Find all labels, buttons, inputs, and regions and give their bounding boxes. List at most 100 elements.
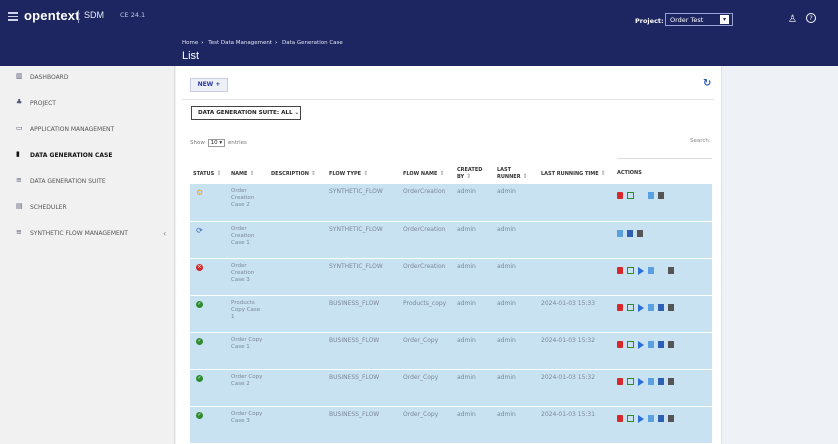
actions-cell [614,295,712,333]
column-header-name[interactable]: NAME ⇕ [228,162,268,184]
document-icon[interactable] [658,378,664,385]
column-header-status[interactable]: STATUS ⇕ [190,162,228,184]
chart-icon: ▥ [16,72,23,80]
edit-icon[interactable] [627,267,634,274]
status-success-icon: ✓ [196,374,203,382]
page-length-control: Show 10 ▾ entries [190,139,247,147]
flow-name-cell: OrderCreation [400,184,454,222]
search-input[interactable] [617,158,712,159]
log-file-icon[interactable] [637,229,643,237]
calendar-icon[interactable] [648,341,654,348]
sidebar-item-data-generation-suite[interactable]: ≡ DATA GENERATION SUITE [0,170,175,194]
table-row[interactable]: ⟳ Order Creation Case 1 SYNTHETIC_FLOW Orde… [190,221,712,259]
name-cell: Order Copy Case 1 [228,332,268,370]
delete-icon[interactable] [617,192,623,199]
log-file-icon[interactable] [668,304,674,311]
status-success-icon: ✓ [196,337,203,345]
play-icon[interactable] [638,303,644,312]
sidebar-item-application-management[interactable]: ▭ APPLICATION MANAGEMENT [0,118,175,142]
log-file-icon[interactable] [668,378,674,385]
log-file-icon[interactable] [668,341,674,348]
suite-filter-dropdown[interactable]: DATA GENERATION SUITE: ALL ⌄ [191,106,301,120]
hamburger-menu-icon[interactable] [8,12,18,21]
log-file-icon[interactable] [668,415,674,422]
edit-icon[interactable] [627,415,634,422]
column-header-created-by[interactable]: CREATED BY ⇕ [454,162,494,184]
delete-icon[interactable] [617,378,623,385]
last-runner-cell: admin [494,369,538,407]
created-by-cell: admin [454,369,494,407]
last-running-time-cell: 2024-01-03 15:32 [538,369,614,407]
status-failed-icon: × [196,263,203,271]
document-icon[interactable] [627,229,633,237]
table-row[interactable]: ✓ Products Copy Case 1 BUSINESS_FLOW Produc… [190,295,712,333]
table-row[interactable]: ⚙ Order Creation Case 2 SYNTHETIC_FLOW Orde… [190,184,712,222]
show-label: Show [190,140,205,146]
calendar-icon[interactable] [648,192,654,199]
actions-cell [614,332,712,370]
column-header-description[interactable]: DESCRIPTION ⇕ [268,162,326,184]
table-row[interactable]: ✓ Order Copy Case 3 BUSINESS_FLOW Order_Cop… [190,406,712,444]
play-icon[interactable] [638,414,644,423]
entries-select[interactable]: 10 ▾ [207,139,226,147]
sidebar-item-label: DATA GENERATION CASE [30,152,113,159]
calendar-icon[interactable] [648,267,654,274]
sidebar-item-project[interactable]: ♣ PROJECT [0,92,175,116]
status-cell: ✓ [190,332,228,370]
sidebar-item-synthetic-flow-management[interactable]: ≡ SYNTHETIC FLOW MANAGEMENT ‹ [0,222,175,246]
last-runner-cell: admin [494,406,538,444]
data-generation-case-table: STATUS ⇕ NAME ⇕ DESCRIPTION ⇕ FLOW TYPE ⇕ FL… [190,162,712,444]
document-icon[interactable] [658,304,664,311]
delete-icon[interactable] [617,415,623,422]
document-icon[interactable] [658,415,664,422]
status-cell: ✓ [190,369,228,407]
calendar-icon[interactable] [648,378,654,385]
flow-name-cell: Order_Copy [400,369,454,407]
name-cell: Order Creation Case 3 [228,258,268,296]
table-row[interactable]: × Order Creation Case 3 SYNTHETIC_FLOW Orde… [190,258,712,296]
sidebar-item-dashboard[interactable]: ▥ DASHBOARD [0,66,175,90]
chevron-down-icon: ▾ [720,15,729,24]
column-header-label: ACTIONS [617,170,642,176]
delete-icon[interactable] [617,304,623,311]
edit-icon[interactable] [627,304,634,311]
sidebar-item-data-generation-case[interactable]: ▮ DATA GENERATION CASE [0,144,175,168]
last-running-time-cell: 2024-01-03 15:33 [538,295,614,333]
calendar-icon[interactable] [648,415,654,422]
edit-icon[interactable] [627,378,634,385]
description-cell [268,221,326,259]
play-icon[interactable] [638,377,644,386]
description-cell [268,332,326,370]
new-button[interactable]: NEW + [190,78,228,92]
flow-type-cell: SYNTHETIC_FLOW [326,221,400,259]
document-icon[interactable] [658,341,664,348]
breadcrumb-home[interactable]: Home [182,40,198,46]
breadcrumb-test-data-management[interactable]: Test Data Management [208,40,272,46]
calendar-icon[interactable] [648,304,654,311]
edit-icon[interactable] [627,192,634,199]
flow-type-cell: SYNTHETIC_FLOW [326,184,400,222]
column-header-flow-name[interactable]: FLOW NAME ⇕ [400,162,454,184]
project-select[interactable]: Order Test ▾ [665,13,733,26]
delete-icon[interactable] [617,267,623,274]
column-header-last-runner[interactable]: LAST RUNNER ⇕ [494,162,538,184]
column-header-last-running-time[interactable]: LAST RUNNING TIME ⇕ [538,162,614,184]
table-row[interactable]: ✓ Order Copy Case 2 BUSINESS_FLOW Order_Cop… [190,369,712,407]
table-row[interactable]: ✓ Order Copy Case 1 BUSINESS_FLOW Order_Cop… [190,332,712,370]
column-header-flow-type[interactable]: FLOW TYPE ⇕ [326,162,400,184]
play-icon[interactable] [638,266,644,275]
log-file-icon[interactable] [668,267,674,274]
play-icon[interactable] [638,340,644,349]
created-by-cell: admin [454,295,494,333]
collapse-chevron-icon[interactable]: ‹ [163,229,166,238]
calendar-icon[interactable] [617,229,623,237]
help-icon[interactable]: ? [806,13,816,23]
refresh-icon[interactable]: ↻ [703,78,711,89]
sidebar-item-scheduler[interactable]: ▤ SCHEDULER [0,196,175,220]
edit-icon[interactable] [627,341,634,348]
sidebar-item-label: SCHEDULER [30,204,67,211]
log-file-icon[interactable] [658,192,664,199]
breadcrumb-current: Data Generation Case [282,40,343,46]
delete-icon[interactable] [617,341,623,348]
user-icon[interactable]: ♙ [788,14,797,25]
